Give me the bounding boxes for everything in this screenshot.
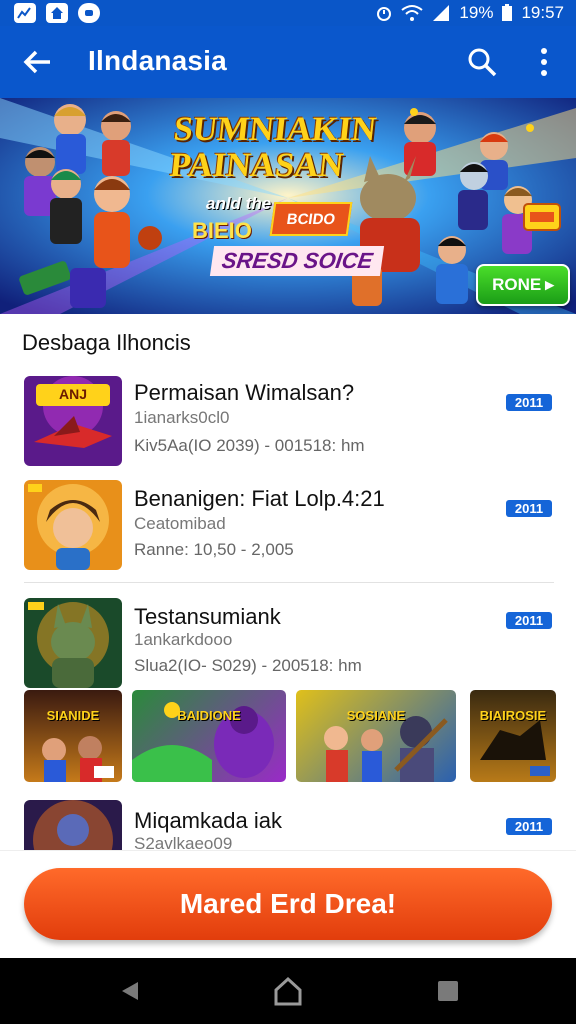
system-nav-bar — [0, 958, 576, 1024]
mini-game-card[interactable]: SIANIDE — [24, 690, 122, 782]
game-thumbnail — [24, 800, 122, 850]
banner-subtitle-2: SRESD SOICE — [209, 246, 385, 276]
thumbnail-label: ANJ — [58, 386, 87, 402]
item-title: Benanigen: Fiat Lolp.4:21 — [134, 486, 385, 511]
battery-icon — [502, 4, 513, 21]
clock: 19:57 — [521, 3, 564, 22]
year-badge: 2011 — [506, 612, 552, 629]
search-icon[interactable] — [466, 46, 498, 78]
mini-game-card[interactable]: BAIDIONE — [132, 690, 286, 782]
section-title: Desbaga Ilhoncis — [22, 330, 191, 355]
item-subtitle: Ceatomibad — [134, 514, 226, 533]
item-meta: Slua2(IO- S029) - 200518: hm — [134, 656, 362, 675]
mini-game-label: BIAIROSIE — [479, 708, 547, 723]
mini-game-label: SIANIDE — [46, 708, 100, 723]
mini-art — [42, 736, 114, 782]
award-icon — [523, 203, 561, 231]
nav-recents-icon[interactable] — [428, 976, 468, 1006]
banner-title-line1: SUMNIAKIN — [172, 111, 379, 148]
year-badge: 2011 — [506, 500, 552, 517]
app-title: Ilndanasia — [88, 45, 227, 76]
promo-banner[interactable]: SUMNIAKIN PAINASAN anld the BIEIO BCIDO … — [0, 98, 576, 314]
mini-art — [324, 716, 448, 782]
chat-icon — [78, 3, 100, 23]
item-meta: Ranne: 10,50 - 2,005 — [134, 540, 294, 559]
home-icon — [46, 3, 68, 23]
thumbnail-art — [24, 800, 122, 850]
more-vert-icon[interactable] — [530, 44, 558, 80]
game-thumbnail — [24, 480, 122, 570]
game-thumbnail — [24, 598, 122, 688]
item-subtitle: 1ianarks0cl0 — [134, 408, 230, 427]
chart-icon — [14, 3, 36, 23]
banner-title-line2: PAINASAN — [168, 147, 346, 184]
banner-cta-button[interactable]: RONE ▸ — [476, 264, 570, 306]
arrow-left-icon[interactable] — [20, 44, 56, 80]
item-meta: Kiv5Aa(IO 2039) - 001518: hm — [134, 436, 365, 455]
signal-icon — [433, 5, 450, 21]
banner-cta-label: RONE — [492, 275, 542, 294]
mini-art — [480, 720, 550, 776]
item-title: Testansumiank — [134, 604, 281, 629]
mini-art — [132, 702, 274, 782]
mini-game-label: BAIDIONE — [177, 708, 241, 723]
year-badge: 2011 — [506, 818, 552, 835]
item-subtitle: 1ankarkdooo — [134, 630, 233, 649]
banner-tag: BIEIO — [192, 218, 252, 243]
nav-back-icon[interactable] — [110, 976, 150, 1006]
battery-percent: 19% — [459, 3, 494, 22]
nav-home-icon[interactable] — [268, 976, 308, 1006]
banner-tag-box: BCIDO — [269, 202, 353, 236]
wifi-icon — [401, 5, 424, 21]
year-badge: 2011 — [506, 394, 552, 411]
mini-game-card[interactable]: SOSIANE — [296, 690, 456, 782]
thumbnail-art — [24, 480, 122, 570]
chevron-right-icon: ▸ — [545, 275, 554, 294]
game-thumbnail: ANJ — [24, 376, 122, 466]
mini-game-card[interactable]: BIAIROSIE — [470, 690, 556, 782]
mini-game-label: SOSIANE — [346, 708, 406, 723]
status-bar: 19% 19:57 — [0, 0, 576, 26]
item-title: Miqamkada iak — [134, 808, 282, 833]
banner-subtitle: anld the — [206, 194, 272, 213]
banner-tag2: BCIDO — [285, 210, 337, 228]
app-bar: Ilndanasia — [0, 26, 576, 98]
list-divider — [24, 582, 554, 583]
banner-title: SUMNIAKIN PAINASAN — [168, 111, 379, 184]
primary-cta-button[interactable]: Mared Erd Drea! — [24, 868, 552, 940]
alarm-icon — [377, 7, 392, 21]
item-title: Permaisan Wimalsan? — [134, 380, 355, 405]
thumbnail-art — [24, 598, 122, 688]
